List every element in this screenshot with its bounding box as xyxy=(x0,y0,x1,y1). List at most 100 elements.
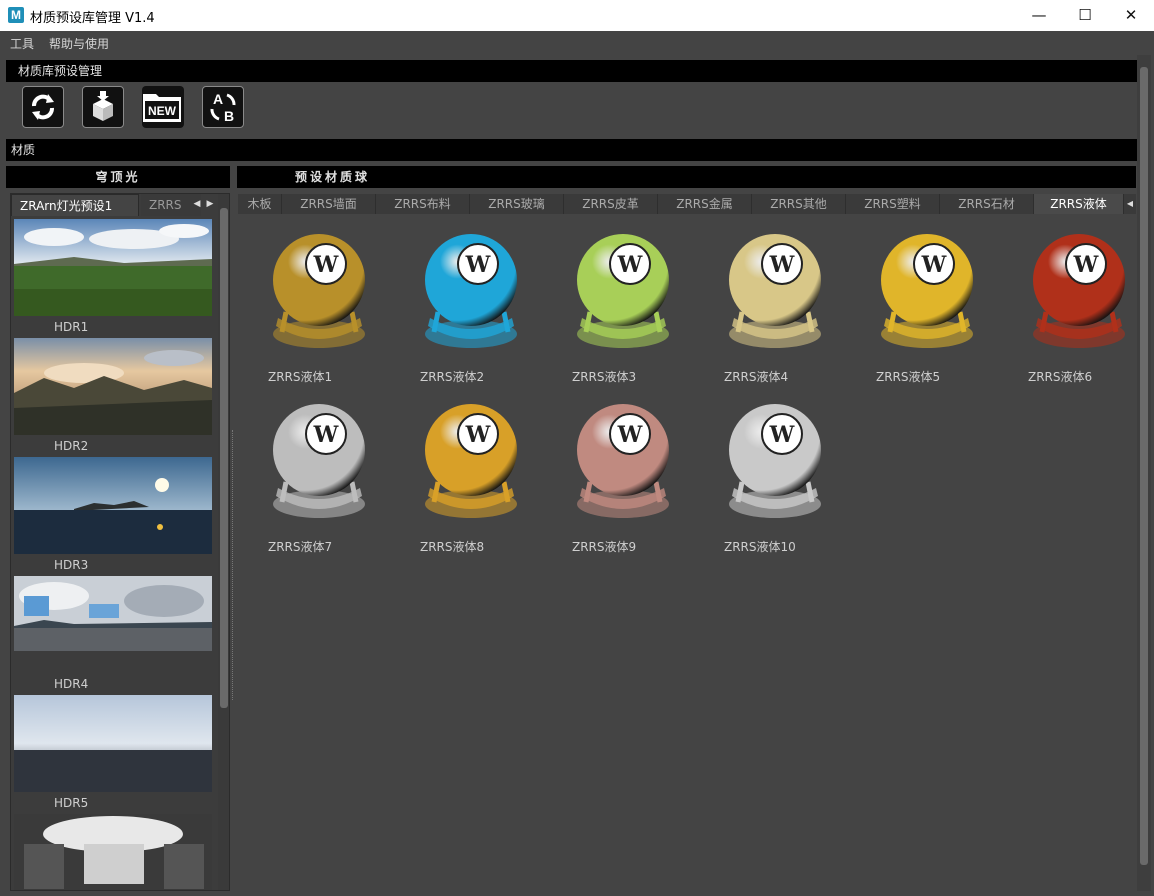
skylight-header: 穹顶光 xyxy=(6,166,230,188)
new-folder-button[interactable]: NEW xyxy=(142,86,184,128)
materials-header: 预设材质球 xyxy=(237,166,1136,188)
panel-splitter[interactable] xyxy=(232,430,234,700)
hdr-item[interactable]: HDR4 xyxy=(14,576,214,691)
material-ball-item[interactable]: W ZRRS液体4 xyxy=(720,222,830,384)
material-ball-item[interactable]: W ZRRS液体6 xyxy=(1024,222,1134,384)
refresh-icon xyxy=(32,94,54,120)
tab-fabric[interactable]: ZRRS布料 xyxy=(376,194,470,214)
new-label: NEW xyxy=(148,104,177,118)
tab-scroll-left-icon[interactable]: ◀ xyxy=(191,197,203,211)
material-label: ZRRS液体9 xyxy=(572,540,637,554)
new-folder-icon: NEW xyxy=(143,94,181,122)
hdr-item[interactable] xyxy=(14,814,214,890)
svg-text:W: W xyxy=(465,252,491,278)
svg-text:W: W xyxy=(313,252,339,278)
material-ball-icon: W xyxy=(1033,234,1125,348)
material-ball-icon: W xyxy=(577,404,669,518)
tab-stone[interactable]: ZRRS石材 xyxy=(940,194,1034,214)
app-logo-icon: M xyxy=(8,7,24,23)
material-label: ZRRS液体10 xyxy=(724,540,796,554)
material-ball-icon: W xyxy=(273,234,365,348)
material-ball-item[interactable]: W ZRRS液体7 xyxy=(264,392,374,554)
svg-text:A: A xyxy=(213,91,223,107)
menu-tools[interactable]: 工具 xyxy=(10,35,34,52)
material-label: ZRRS液体1 xyxy=(268,370,333,384)
tab-scroll-right-icon[interactable]: ▶ xyxy=(204,197,216,211)
material-ball-icon: W xyxy=(729,404,821,518)
material-ball-icon: W xyxy=(881,234,973,348)
material-label: ZRRS液体8 xyxy=(420,540,485,554)
tab-metal[interactable]: ZRRS金属 xyxy=(658,194,752,214)
svg-text:W: W xyxy=(617,252,643,278)
material-ball-item[interactable]: W ZRRS液体9 xyxy=(568,392,678,554)
material-label: ZRRS液体6 xyxy=(1028,370,1093,384)
window-title: 材质预设库管理 V1.4 xyxy=(30,11,155,26)
hdr-item[interactable]: HDR5 xyxy=(14,695,214,810)
material-ball-item[interactable]: W ZRRS液体1 xyxy=(264,222,374,384)
material-ball-item[interactable]: W ZRRS液体5 xyxy=(872,222,982,384)
a-to-b-convert-icon: A B xyxy=(210,91,236,124)
hdr-label: HDR4 xyxy=(54,677,89,691)
svg-text:W: W xyxy=(465,422,491,448)
title-bar: M 材质预设库管理 V1.4 — ☐ ✕ xyxy=(0,0,1154,31)
material-ball-icon: W xyxy=(425,234,517,348)
package-icon xyxy=(93,91,113,121)
main-scrollbar[interactable] xyxy=(1137,55,1151,891)
tab-zrarn-light-preset-1[interactable]: ZRArn灯光预设1 xyxy=(11,194,139,216)
hdr-label: HDR2 xyxy=(54,439,89,453)
app-window: M 材质预设库管理 V1.4 — ☐ ✕ 工具 帮助与使用 材质库预设管理 NE… xyxy=(0,0,1154,896)
hdr-thumbnail xyxy=(14,457,212,554)
hdr-thumbnail xyxy=(14,338,212,435)
tab-plastic[interactable]: ZRRS塑料 xyxy=(846,194,940,214)
hdr-item[interactable]: HDR2 xyxy=(14,338,214,453)
material-section-header: 材质 xyxy=(6,139,1137,161)
material-grid: W ZRRS液体1 W ZRRS液体2 W ZRRS液体3 W ZRRS液体4 W ZRRS液体5… xyxy=(240,214,1136,891)
minimize-button[interactable]: — xyxy=(1016,0,1062,31)
hdr-label: HDR5 xyxy=(54,796,89,810)
preset-manager-header: 材质库预设管理 xyxy=(6,60,1137,82)
hdr-item[interactable]: HDR3 xyxy=(14,457,214,572)
hdr-thumbnail xyxy=(14,219,212,316)
material-ball-item[interactable]: W ZRRS液体3 xyxy=(568,222,678,384)
svg-text:W: W xyxy=(769,252,795,278)
material-ball-item[interactable]: W ZRRS液体8 xyxy=(416,392,526,554)
convert-button[interactable]: A B xyxy=(202,86,244,128)
material-label: ZRRS液体5 xyxy=(876,370,941,384)
material-ball-icon: W xyxy=(729,234,821,348)
tab-wall[interactable]: ZRRS墙面 xyxy=(282,194,376,214)
maximize-button[interactable]: ☐ xyxy=(1062,0,1108,31)
svg-text:W: W xyxy=(1073,252,1099,278)
material-ball-icon: W xyxy=(577,234,669,348)
tab-liquid[interactable]: ZRRS液体 xyxy=(1034,194,1124,214)
hdr-thumbnail xyxy=(14,695,212,792)
material-label: ZRRS液体7 xyxy=(268,540,333,554)
scrollbar-thumb[interactable] xyxy=(1140,67,1148,865)
package-button[interactable] xyxy=(82,86,124,128)
skylight-panel: ZRArn灯光预设1 ZRRS ◀ ▶ HDR1 HDR2 HDR3 HDR4 … xyxy=(10,193,230,891)
material-ball-item[interactable]: W ZRRS液体2 xyxy=(416,222,526,384)
tab-leather[interactable]: ZRRS皮革 xyxy=(564,194,658,214)
hdr-item[interactable]: HDR1 xyxy=(14,219,214,334)
svg-text:W: W xyxy=(617,422,643,448)
material-ball-icon: W xyxy=(273,404,365,518)
tab-wood[interactable]: 木板 xyxy=(238,194,282,214)
svg-text:W: W xyxy=(921,252,947,278)
hdr-thumbnail xyxy=(14,576,212,673)
material-ball-item[interactable]: W ZRRS液体10 xyxy=(720,392,830,554)
close-button[interactable]: ✕ xyxy=(1108,0,1154,31)
material-label: ZRRS液体4 xyxy=(724,370,789,384)
material-label: ZRRS液体2 xyxy=(420,370,485,384)
material-label: ZRRS液体3 xyxy=(572,370,637,384)
tab-scroll-left-icon[interactable]: ◀ xyxy=(1124,194,1136,214)
menu-help[interactable]: 帮助与使用 xyxy=(49,35,109,52)
hdr-thumbnail xyxy=(14,814,212,890)
refresh-button[interactable] xyxy=(22,86,64,128)
svg-text:B: B xyxy=(224,108,234,124)
svg-text:W: W xyxy=(313,422,339,448)
skylight-scrollbar[interactable] xyxy=(218,194,229,890)
scrollbar-thumb[interactable] xyxy=(220,208,228,708)
tab-glass[interactable]: ZRRS玻璃 xyxy=(470,194,564,214)
hdr-label: HDR3 xyxy=(54,558,89,572)
materials-tab-strip: 木板 ZRRS墙面 ZRRS布料 ZRRS玻璃 ZRRS皮革 ZRRS金属 ZR… xyxy=(238,194,1136,214)
tab-other[interactable]: ZRRS其他 xyxy=(752,194,846,214)
